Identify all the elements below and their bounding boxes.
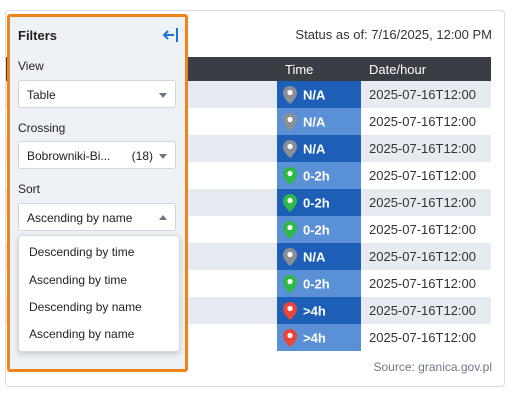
chevron-down-icon — [159, 93, 167, 98]
map-pin-icon — [283, 274, 297, 293]
wait-time-cell: 0-2h — [277, 189, 361, 216]
wait-time-value: >4h — [303, 303, 326, 318]
map-pin-icon — [283, 247, 297, 266]
wait-time-value: N/A — [303, 249, 326, 264]
map-pin-icon — [283, 328, 297, 347]
sort-select[interactable]: Ascending by name — [18, 203, 176, 231]
wait-time-value: 0-2h — [303, 168, 330, 183]
view-label: View — [18, 59, 44, 73]
map-pin-icon — [283, 220, 297, 239]
crossing-count-badge: (18) — [131, 149, 153, 163]
date-hour-cell: 2025-07-16T12:00 — [361, 162, 491, 189]
sort-option-descending-name[interactable]: Descending by name — [29, 300, 142, 314]
wait-time-value: N/A — [303, 114, 326, 129]
sort-option-ascending-time[interactable]: Ascending by time — [29, 273, 127, 287]
status-text: Status as of: 7/16/2025, 12:00 PM — [295, 27, 492, 42]
date-hour-cell: 2025-07-16T12:00 — [361, 108, 491, 135]
column-header-date[interactable]: Date/hour — [361, 57, 491, 81]
date-hour-cell: 2025-07-16T12:00 — [361, 297, 491, 324]
map-pin-icon — [283, 112, 297, 131]
map-pin-icon — [283, 85, 297, 104]
date-hour-cell: 2025-07-16T12:00 — [361, 135, 491, 162]
filters-panel: Filters View Table Crossing Bobrowniki-B… — [7, 14, 188, 372]
map-pin-icon — [283, 139, 297, 158]
sort-dropdown-menu: Descending by time Ascending by time Des… — [18, 235, 180, 352]
sort-option-descending-time[interactable]: Descending by time — [29, 245, 134, 259]
crossing-label: Crossing — [18, 121, 66, 135]
date-hour-cell: 2025-07-16T12:00 — [361, 81, 491, 108]
wait-time-cell: N/A — [277, 108, 361, 135]
filters-title: Filters — [18, 28, 58, 43]
date-hour-cell: 2025-07-16T12:00 — [361, 243, 491, 270]
wait-time-cell: 0-2h — [277, 216, 361, 243]
crossing-select-value: Bobrowniki-Bi... — [27, 149, 111, 163]
date-hour-cell: 2025-07-16T12:00 — [361, 189, 491, 216]
source-link[interactable]: Source: granica.gov.pl — [373, 360, 492, 374]
sort-label: Sort — [18, 182, 41, 196]
wait-time-cell: >4h — [277, 324, 361, 351]
wait-time-value: 0-2h — [303, 195, 330, 210]
wait-time-value: >4h — [303, 330, 326, 345]
chevron-up-icon — [159, 215, 167, 220]
sort-select-value: Ascending by name — [27, 211, 133, 225]
map-pin-icon — [283, 301, 297, 320]
wait-time-cell: >4h — [277, 297, 361, 324]
chevron-down-icon — [159, 154, 167, 159]
wait-time-cell: N/A — [277, 135, 361, 162]
sort-option-ascending-name[interactable]: Ascending by name — [29, 327, 134, 341]
wait-time-value: 0-2h — [303, 276, 330, 291]
wait-time-cell: N/A — [277, 243, 361, 270]
view-select-value: Table — [27, 88, 56, 102]
map-pin-icon — [283, 193, 297, 212]
collapse-panel-icon[interactable] — [161, 26, 179, 44]
wait-time-value: N/A — [303, 87, 326, 102]
column-header-time[interactable]: Time — [277, 57, 361, 81]
crossing-select[interactable]: Bobrowniki-Bi... (18) — [18, 141, 176, 169]
wait-time-cell: N/A — [277, 81, 361, 108]
map-pin-icon — [283, 166, 297, 185]
wait-time-value: 0-2h — [303, 222, 330, 237]
view-select[interactable]: Table — [18, 80, 176, 108]
date-hour-cell: 2025-07-16T12:00 — [361, 324, 491, 351]
date-hour-cell: 2025-07-16T12:00 — [361, 270, 491, 297]
wait-time-value: N/A — [303, 141, 326, 156]
wait-time-cell: 0-2h — [277, 162, 361, 189]
wait-time-cell: 0-2h — [277, 270, 361, 297]
date-hour-cell: 2025-07-16T12:00 — [361, 216, 491, 243]
